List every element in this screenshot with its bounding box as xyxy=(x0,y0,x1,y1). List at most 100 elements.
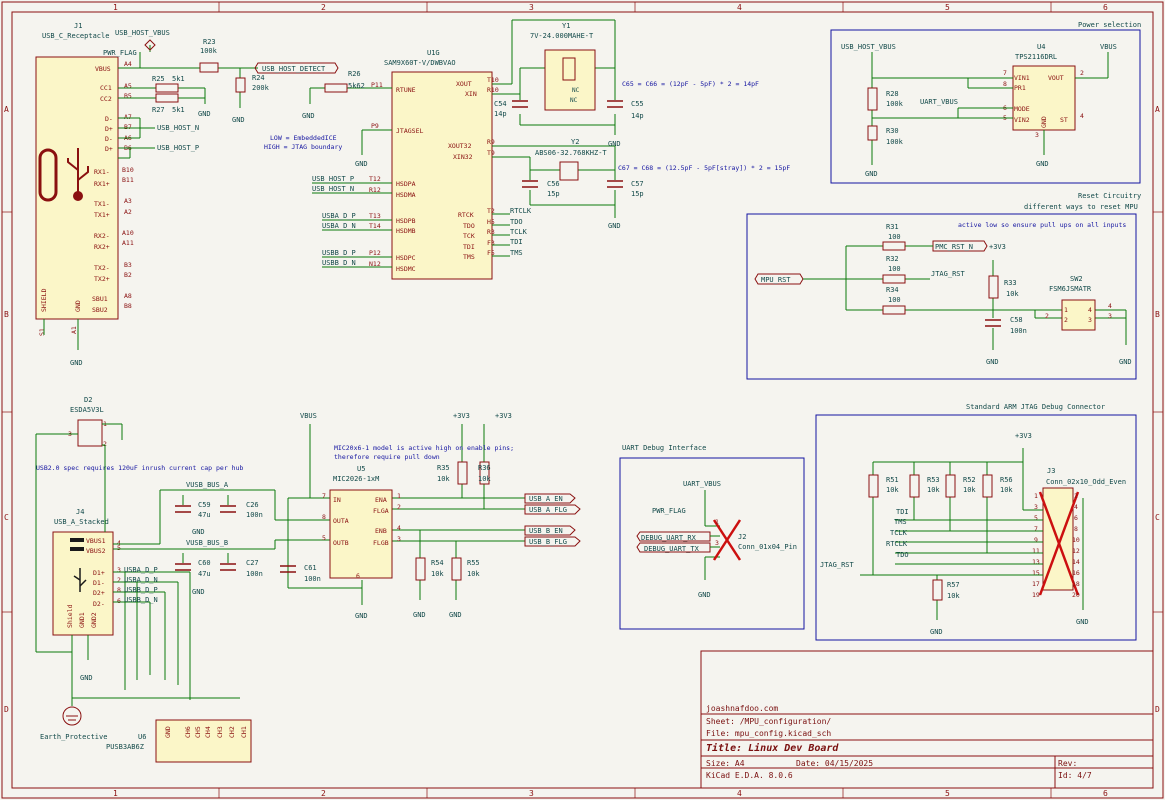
svg-text:100k: 100k xyxy=(886,100,904,108)
note-usb-inrush: USB2.0 spec requires 120uF inrush curren… xyxy=(36,464,243,472)
svg-text:USB_HOST_VBUS: USB_HOST_VBUS xyxy=(841,43,896,51)
j1-pin-dplus2: D+ xyxy=(105,145,113,153)
r52-body xyxy=(945,474,956,498)
r33-body xyxy=(988,275,999,299)
note-mic-active-high: MIC20x6-1 model is active high on enable… xyxy=(334,444,514,452)
d2-esd-diode[interactable] xyxy=(77,419,103,447)
svg-text:J2: J2 xyxy=(738,533,746,541)
row-b-right: B xyxy=(1155,310,1160,319)
row-d-left: D xyxy=(4,705,9,714)
svg-text:JTAGSEL: JTAGSEL xyxy=(396,127,423,135)
svg-text:FLGA: FLGA xyxy=(373,507,389,515)
svg-text:7V-24.000MAHE-T: 7V-24.000MAHE-T xyxy=(530,32,594,40)
svg-text:10k: 10k xyxy=(1006,290,1019,298)
svg-text:B2: B2 xyxy=(124,271,132,279)
svg-text:100n: 100n xyxy=(246,570,263,578)
svg-text:CH3: CH3 xyxy=(216,726,224,738)
net-pwr-flag-1: PWR_FLAG xyxy=(103,49,137,57)
svg-text:GND: GND xyxy=(192,588,205,596)
svg-text:P9: P9 xyxy=(371,122,379,130)
svg-text:JTAG_RST: JTAG_RST xyxy=(820,561,855,569)
svg-text:R33: R33 xyxy=(1004,279,1017,287)
r27-body xyxy=(155,93,179,103)
svg-text:100: 100 xyxy=(888,265,901,273)
svg-text:T10: T10 xyxy=(487,76,499,84)
j1-pin-rx2p: RX2+ xyxy=(94,243,110,251)
svg-text:C61: C61 xyxy=(304,564,317,572)
svg-text:10k: 10k xyxy=(886,486,899,494)
svg-text:CH2: CH2 xyxy=(228,726,236,738)
note-c65-calc: C65 = C66 = (12pF - 5pF) * 2 = 14pF xyxy=(622,80,759,88)
svg-text:47u: 47u xyxy=(198,511,211,519)
svg-text:C56: C56 xyxy=(547,180,560,188)
svg-text:6: 6 xyxy=(117,597,121,605)
svg-text:T13: T13 xyxy=(369,212,381,220)
svg-text:HSDMB: HSDMB xyxy=(396,227,416,235)
svg-text:18: 18 xyxy=(1072,580,1080,588)
svg-text:D1+: D1+ xyxy=(93,569,105,577)
svg-text:USB_B_FLG: USB_B_FLG xyxy=(529,538,567,546)
tb-tool: KiCad E.D.A. 8.0.6 xyxy=(706,771,793,780)
svg-text:RTUNE: RTUNE xyxy=(396,86,416,94)
j1-pin-vbus: VBUS xyxy=(95,65,111,73)
svg-text:GND: GND xyxy=(302,112,315,120)
c54-symbol xyxy=(512,100,528,108)
row-c-right: C xyxy=(1155,513,1160,522)
svg-text:3: 3 xyxy=(1108,312,1112,320)
svg-text:GND: GND xyxy=(698,591,711,599)
power-selection-block: Power selection U4 TPS2116DRL VIN1 PR1 M… xyxy=(830,21,1141,184)
svg-text:USB_A_EN: USB_A_EN xyxy=(529,495,563,503)
r34-body xyxy=(882,305,906,315)
r31-body xyxy=(882,241,906,251)
svg-text:100: 100 xyxy=(888,296,901,304)
svg-text:P12: P12 xyxy=(369,249,381,257)
c55-symbol xyxy=(607,100,623,108)
svg-text:TCLK: TCLK xyxy=(510,228,528,236)
earth-icon xyxy=(62,706,82,726)
j1-pin-tx1n: TX1- xyxy=(94,200,110,208)
c26-symbol xyxy=(220,505,236,513)
svg-text:USB_A_Stacked: USB_A_Stacked xyxy=(54,518,109,526)
svg-text:Earth_Protective: Earth_Protective xyxy=(40,733,107,741)
svg-text:10k: 10k xyxy=(1000,486,1013,494)
svg-text:USBA_D_P: USBA_D_P xyxy=(322,212,356,220)
svg-text:100k: 100k xyxy=(200,47,218,55)
svg-text:USBA_D_P: USBA_D_P xyxy=(124,566,158,574)
tb-file: File: mpu_config.kicad_sch xyxy=(706,729,831,738)
col-3-top: 3 xyxy=(529,3,534,12)
svg-text:B3: B3 xyxy=(124,261,132,269)
j1-shield-label: SHIELD xyxy=(40,288,48,312)
svg-text:ENB: ENB xyxy=(375,527,387,535)
svg-text:GND1: GND1 xyxy=(78,612,86,628)
svg-text:VIN1: VIN1 xyxy=(1014,74,1030,82)
svg-text:6: 6 xyxy=(1074,514,1078,522)
svg-text:17: 17 xyxy=(1032,580,1040,588)
svg-text:J3: J3 xyxy=(1047,467,1055,475)
svg-text:HSDMC: HSDMC xyxy=(396,265,416,273)
col-5-top: 5 xyxy=(945,3,950,12)
j1-gnd-label: GND xyxy=(74,300,82,312)
svg-text:A2: A2 xyxy=(124,208,132,216)
svg-text:USB_B_EN: USB_B_EN xyxy=(529,527,563,535)
svg-text:14p: 14p xyxy=(494,110,507,118)
svg-text:S1: S1 xyxy=(38,328,46,336)
svg-text:Conn_01x04_Pin: Conn_01x04_Pin xyxy=(738,543,797,551)
r57-body xyxy=(932,579,943,601)
tb-title: Title: Linux Dev Board xyxy=(706,742,839,754)
svg-text:XOUT32: XOUT32 xyxy=(448,142,472,150)
r53-body xyxy=(909,474,920,498)
j1-usb-c-receptacle[interactable]: J1 USB_C_Receptacle VBUS CC1 CC2 D- D+ D… xyxy=(35,22,134,336)
j1-ref: J1 xyxy=(74,22,82,30)
svg-text:NC: NC xyxy=(570,97,578,104)
u1g-mpu-symbol[interactable]: U1G SAM9X60T-V/DWBVAO P11RTUNE P9JTAGSEL… xyxy=(369,49,499,280)
svg-text:R51: R51 xyxy=(886,476,899,484)
y2-crystal[interactable] xyxy=(559,161,579,181)
svg-text:GND2: GND2 xyxy=(90,612,98,628)
svg-text:R28: R28 xyxy=(886,90,899,98)
svg-text:ABS06-32.768KHZ-T: ABS06-32.768KHZ-T xyxy=(535,149,607,157)
svg-text:MPU_RST: MPU_RST xyxy=(761,276,791,284)
svg-text:8: 8 xyxy=(322,513,326,521)
svg-text:10k: 10k xyxy=(467,570,480,578)
title-block: joashnafdoo.com Sheet: /MPU_configuratio… xyxy=(700,650,1154,789)
sw2-button[interactable] xyxy=(1061,299,1096,331)
